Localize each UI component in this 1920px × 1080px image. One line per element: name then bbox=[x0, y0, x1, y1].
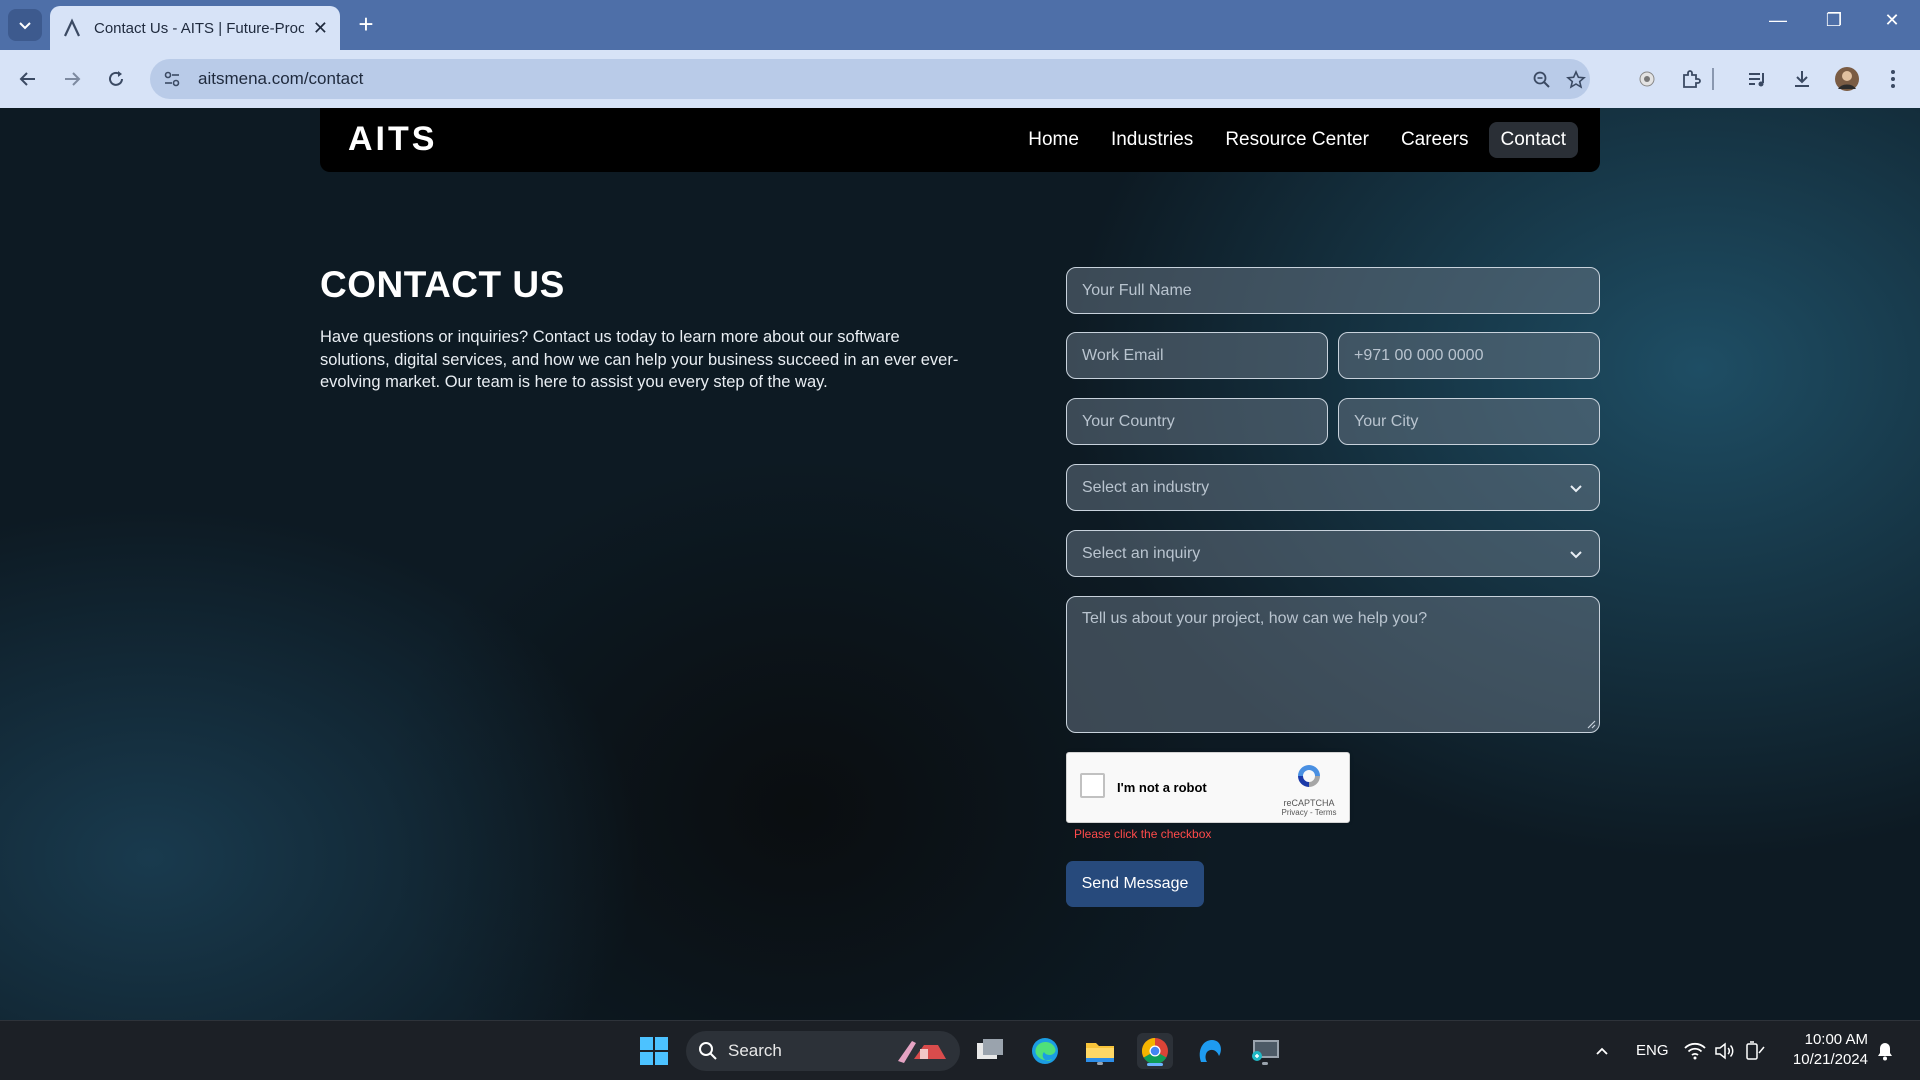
open-indicator bbox=[1262, 1062, 1268, 1065]
recaptcha-label: I'm not a robot bbox=[1117, 780, 1207, 795]
reload-button[interactable] bbox=[100, 63, 132, 95]
recaptcha-checkbox[interactable] bbox=[1080, 773, 1105, 798]
taskbar-search[interactable]: Search bbox=[686, 1031, 960, 1071]
page-title: CONTACT US bbox=[320, 264, 565, 305]
country-placeholder: Your Country bbox=[1082, 412, 1175, 430]
bookmark-star-icon[interactable] bbox=[1564, 68, 1588, 92]
address-bar[interactable]: aitsmena.com/contact bbox=[150, 59, 1590, 99]
resize-handle-icon[interactable] bbox=[1586, 719, 1596, 729]
browser-tab[interactable]: Contact Us - AITS | Future-Proo ✕ bbox=[50, 6, 340, 50]
site-header: AITS Home Industries Resource Center Car… bbox=[320, 108, 1600, 172]
logo-text: AITS bbox=[348, 120, 437, 158]
country-input[interactable]: Your Country bbox=[1066, 398, 1328, 445]
active-indicator bbox=[1147, 1063, 1163, 1066]
nav-careers[interactable]: Careers bbox=[1389, 122, 1481, 158]
page-content: AITS Home Industries Resource Center Car… bbox=[0, 108, 1920, 1020]
site-nav-links: Home Industries Resource Center Careers … bbox=[1016, 122, 1578, 158]
full-name-placeholder: Your Full Name bbox=[1082, 281, 1192, 299]
recaptcha-brand: reCAPTCHA bbox=[1283, 798, 1335, 808]
volume-icon[interactable] bbox=[1710, 1033, 1740, 1069]
search-highlight-icon bbox=[898, 1041, 946, 1063]
chevron-down-icon bbox=[1570, 485, 1582, 493]
open-indicator bbox=[1097, 1062, 1103, 1065]
arrow-left-icon bbox=[19, 72, 35, 86]
app-blue-icon[interactable] bbox=[1192, 1033, 1228, 1069]
search-icon bbox=[699, 1042, 717, 1060]
inquiry-select[interactable]: Select an inquiry bbox=[1066, 530, 1600, 577]
notification-bell-icon[interactable] bbox=[1870, 1033, 1900, 1069]
recaptcha-logo: reCAPTCHA Privacy - Terms bbox=[1279, 761, 1339, 817]
arrow-right-icon bbox=[65, 72, 81, 86]
chrome-taskbar-icon[interactable] bbox=[1137, 1033, 1173, 1069]
inquiry-select-value: Select an inquiry bbox=[1082, 544, 1201, 562]
back-button[interactable] bbox=[12, 63, 44, 95]
recaptcha-widget: I'm not a robot reCAPTCHA Privacy - Term… bbox=[1066, 752, 1350, 823]
phone-placeholder: +971 00 000 0000 bbox=[1354, 346, 1484, 364]
nav-resource-center[interactable]: Resource Center bbox=[1213, 122, 1381, 158]
windows-taskbar: Search ENG 10:00 AM 10/21/2024 bbox=[0, 1020, 1920, 1080]
extension-record-icon[interactable] bbox=[1634, 66, 1660, 92]
nav-home[interactable]: Home bbox=[1016, 122, 1091, 158]
windows-start-icon[interactable] bbox=[636, 1033, 672, 1069]
city-placeholder: Your City bbox=[1354, 412, 1419, 430]
recaptcha-error: Please click the checkbox bbox=[1074, 827, 1212, 841]
minimize-icon[interactable]: — bbox=[1758, 10, 1798, 31]
toolbar-divider bbox=[1712, 68, 1714, 90]
profile-avatar[interactable] bbox=[1834, 66, 1860, 92]
file-explorer-icon[interactable] bbox=[1082, 1033, 1118, 1069]
menu-dots-icon[interactable] bbox=[1880, 66, 1906, 92]
browser-toolbar: aitsmena.com/contact bbox=[0, 50, 1920, 108]
send-message-button[interactable]: Send Message bbox=[1066, 861, 1204, 907]
industry-select-value: Select an industry bbox=[1082, 478, 1210, 496]
nav-industries[interactable]: Industries bbox=[1099, 122, 1205, 158]
chevron-up-icon[interactable] bbox=[1584, 1033, 1620, 1069]
language-indicator[interactable]: ENG bbox=[1636, 1042, 1669, 1059]
close-icon[interactable]: ✕ bbox=[313, 18, 328, 39]
site-info-icon[interactable] bbox=[154, 61, 190, 97]
download-icon[interactable] bbox=[1789, 66, 1815, 92]
close-window-icon[interactable]: ✕ bbox=[1872, 10, 1912, 31]
wifi-icon[interactable] bbox=[1680, 1033, 1710, 1069]
message-textarea[interactable]: Tell us about your project, how can we h… bbox=[1066, 596, 1600, 733]
remote-desktop-icon[interactable] bbox=[1247, 1033, 1283, 1069]
contact-description: Have questions or inquiries? Contact us … bbox=[320, 328, 959, 391]
message-placeholder: Tell us about your project, how can we h… bbox=[1082, 610, 1428, 627]
aits-logo[interactable]: AITS bbox=[346, 116, 456, 160]
nav-contact[interactable]: Contact bbox=[1488, 122, 1578, 158]
clock-date: 10/21/2024 bbox=[1792, 1051, 1868, 1068]
aits-logo-icon bbox=[62, 17, 84, 39]
city-input[interactable]: Your City bbox=[1338, 398, 1600, 445]
tab-search-button[interactable] bbox=[8, 9, 42, 41]
zoom-icon[interactable] bbox=[1530, 68, 1554, 92]
recaptcha-icon bbox=[1298, 765, 1320, 787]
task-view-icon[interactable] bbox=[972, 1033, 1008, 1069]
taskbar-clock[interactable]: 10:00 AM 10/21/2024 bbox=[1793, 1030, 1868, 1070]
industry-select[interactable]: Select an industry bbox=[1066, 464, 1600, 511]
media-control-icon[interactable] bbox=[1744, 66, 1770, 92]
work-email-placeholder: Work Email bbox=[1082, 346, 1164, 364]
url-text: aitsmena.com/contact bbox=[198, 69, 364, 88]
puzzle-extensions-icon[interactable] bbox=[1678, 66, 1704, 92]
recaptcha-links[interactable]: Privacy - Terms bbox=[1279, 808, 1339, 817]
browser-tab-bar: Contact Us - AITS | Future-Proo ✕ + — ❐ … bbox=[0, 0, 1920, 50]
forward-button[interactable] bbox=[56, 63, 88, 95]
chevron-down-icon bbox=[19, 22, 31, 30]
full-name-input[interactable]: Your Full Name bbox=[1066, 267, 1600, 314]
chevron-down-icon bbox=[1570, 551, 1582, 559]
work-email-input[interactable]: Work Email bbox=[1066, 332, 1328, 379]
phone-input[interactable]: +971 00 000 0000 bbox=[1338, 332, 1600, 379]
battery-icon[interactable] bbox=[1740, 1033, 1770, 1069]
restore-icon[interactable]: ❐ bbox=[1814, 10, 1854, 31]
taskbar-search-label: Search bbox=[728, 1041, 782, 1060]
reload-icon bbox=[109, 71, 123, 86]
tab-title: Contact Us - AITS | Future-Proo bbox=[94, 19, 304, 37]
edge-browser-icon[interactable] bbox=[1027, 1033, 1063, 1069]
new-tab-button[interactable]: + bbox=[352, 10, 380, 38]
clock-time: 10:00 AM bbox=[1804, 1031, 1868, 1048]
